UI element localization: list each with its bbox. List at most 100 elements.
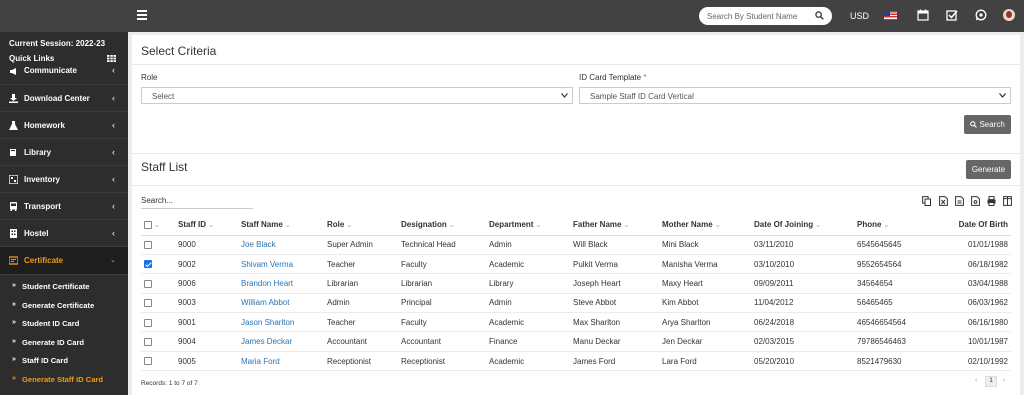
cell-name[interactable]: James Deckar	[238, 331, 324, 352]
sidebar-item-transport[interactable]: Transport ‹	[0, 193, 128, 220]
cell-role: Super Admin	[324, 235, 398, 255]
row-checkbox[interactable]	[144, 241, 152, 250]
cell-father: Manu Deckar	[570, 331, 659, 352]
table-row[interactable]: 9004 James Deckar Accountant Accountant Fina…	[141, 331, 1011, 352]
chevron-left-icon: ‹	[112, 228, 115, 238]
cell-name[interactable]: Shivam Verma	[238, 254, 324, 275]
copy-icon[interactable]	[922, 196, 931, 206]
row-checkbox[interactable]	[144, 299, 152, 308]
sidebar-item-hostel[interactable]: Hostel ‹	[0, 220, 128, 247]
table-row[interactable]: 9005 Maria Ford Receptionist Receptionist Ac…	[141, 351, 1011, 372]
table-row[interactable]: 9003 William Abbot Admin Principal Admin Stev…	[141, 293, 1011, 314]
sidebar-subitem-generate-id-card[interactable]: » Generate ID Card	[0, 333, 128, 351]
sidebar-item-certificate[interactable]: Certificate ⌄	[0, 247, 128, 275]
us-flag-icon[interactable]	[884, 11, 897, 20]
columns-icon[interactable]	[1003, 196, 1012, 206]
column-header-label: Mother Name	[662, 219, 713, 229]
cell-id: 9000	[175, 235, 238, 255]
column-phone[interactable]: Phone ⌄	[854, 214, 938, 236]
sidebar-subitem-generate-certificate[interactable]: » Generate Certificate	[0, 296, 128, 314]
cell-name[interactable]: Jason Sharlton	[238, 312, 324, 333]
excel-icon[interactable]	[939, 196, 948, 206]
column-role[interactable]: Role ⌄	[324, 214, 398, 236]
sidebar-subitem-label: Generate Certificate	[22, 300, 95, 310]
calendar-icon[interactable]	[917, 9, 929, 21]
sidebar-item-label: Communicate	[24, 66, 77, 75]
print-icon[interactable]	[987, 196, 996, 206]
role-select[interactable]: Select	[141, 87, 573, 104]
sidebar-subitem-label: Staff ID Card	[22, 356, 68, 365]
sidebar-item-download-center[interactable]: Download Center ‹	[0, 85, 128, 112]
table-row[interactable]: 9000 Joe Black Super Admin Technical Head Ad…	[141, 235, 1011, 255]
column-staff-id[interactable]: Staff ID ⌄	[175, 214, 238, 236]
cell-mother: Mini Black	[659, 235, 751, 255]
page-number[interactable]: 1	[985, 376, 997, 387]
column-header-label: Staff ID	[178, 219, 206, 229]
whatsapp-icon[interactable]	[975, 9, 987, 21]
staff-list-title: Staff List	[141, 160, 188, 174]
table-row[interactable]: 9006 Brandon Heart Librarian Librarian Libra…	[141, 273, 1011, 294]
cell-name[interactable]: Brandon Heart	[238, 273, 324, 294]
search-button[interactable]: Search	[964, 115, 1011, 134]
checkbox-task-icon[interactable]	[946, 9, 958, 21]
menu-toggle-icon[interactable]	[137, 10, 147, 20]
row-checkbox[interactable]	[144, 318, 152, 327]
table-row[interactable]: 9001 Jason Sharlton Teacher Faculty Academic…	[141, 312, 1011, 333]
sidebar-subitem-staff-id-card[interactable]: » Staff ID Card	[0, 351, 128, 369]
id-card-template-select[interactable]: Sample Staff ID Card Vertical	[579, 87, 1011, 104]
chevron-right-icon[interactable]: ›	[1003, 377, 1005, 384]
row-select-cell	[141, 331, 175, 352]
column-designation[interactable]: Designation ⌄	[398, 214, 486, 236]
search-icon[interactable]	[815, 11, 824, 20]
sidebar-subitem-generate-staff-id-card[interactable]: » Generate Staff ID Card	[0, 370, 128, 388]
sidebar-item-communicate[interactable]: Communicate ‹	[0, 61, 128, 85]
user-avatar[interactable]	[1003, 9, 1015, 21]
cell-name[interactable]: Joe Black	[238, 235, 324, 255]
row-select-cell	[141, 293, 175, 314]
cell-dob: 06/18/1982	[938, 254, 1011, 275]
sort-icon: ⌄	[208, 221, 214, 229]
column-date-of-birth[interactable]: Date Of Birth	[938, 214, 1011, 236]
cell-mother: Arya Sharlton	[659, 312, 751, 333]
sidebar-item-homework[interactable]: Homework ‹	[0, 112, 128, 139]
chevron-left-icon[interactable]: ‹	[975, 377, 977, 384]
row-checkbox[interactable]	[144, 279, 152, 288]
cell-id: 9002	[175, 254, 238, 275]
select-all-checkbox[interactable]	[144, 220, 152, 229]
column-staff-name[interactable]: Staff Name ⌄	[238, 214, 324, 236]
row-checkbox[interactable]	[144, 260, 152, 269]
sidebar-subitem-student-certificate[interactable]: » Student Certificate	[0, 277, 128, 295]
table-row[interactable]: 9002 Shivam Verma Teacher Faculty Academic Pu…	[141, 254, 1011, 275]
sidebar-item-label: Library	[24, 148, 52, 157]
pdf-icon[interactable]	[971, 196, 980, 206]
select-criteria-title: Select Criteria	[141, 44, 217, 58]
search-button-label: Search	[979, 120, 1005, 129]
table-search-input[interactable]	[141, 193, 253, 209]
generate-button[interactable]: Generate	[966, 160, 1011, 179]
column-department[interactable]: Department ⌄	[486, 214, 570, 236]
cell-name[interactable]: William Abbot	[238, 293, 324, 314]
sidebar-subitem-student-id-card[interactable]: » Student ID Card	[0, 314, 128, 332]
sidebar-item-library[interactable]: Library ‹	[0, 139, 128, 166]
sidebar: Current Session: 2022-23 Quick Links Com…	[0, 32, 128, 395]
megaphone-icon	[10, 68, 16, 75]
column-father-name[interactable]: Father Name ⌄	[570, 214, 659, 236]
cell-designation: Faculty	[398, 254, 486, 275]
column-date-of-joining[interactable]: Date Of Joining ⌄	[751, 214, 854, 236]
cell-role: Teacher	[324, 254, 398, 275]
student-search-input[interactable]	[707, 10, 811, 22]
column-mother-name[interactable]: Mother Name ⌄	[659, 214, 751, 236]
student-search-box[interactable]	[699, 7, 832, 25]
cell-role: Accountant	[324, 331, 398, 352]
cell-designation: Faculty	[398, 312, 486, 333]
double-chevron-right-icon: »	[12, 319, 16, 326]
pagination: ‹ 1 ›	[975, 376, 1011, 388]
sidebar-item-inventory[interactable]: Inventory ‹	[0, 166, 128, 193]
row-checkbox[interactable]	[144, 357, 152, 366]
current-session-label[interactable]: Current Session: 2022-23	[9, 39, 105, 48]
cell-name[interactable]: Maria Ford	[238, 351, 324, 372]
cell-doj: 06/24/2018	[751, 312, 854, 333]
csv-icon[interactable]	[955, 196, 964, 206]
currency-selector[interactable]: USD	[850, 11, 869, 21]
row-checkbox[interactable]	[144, 338, 152, 347]
